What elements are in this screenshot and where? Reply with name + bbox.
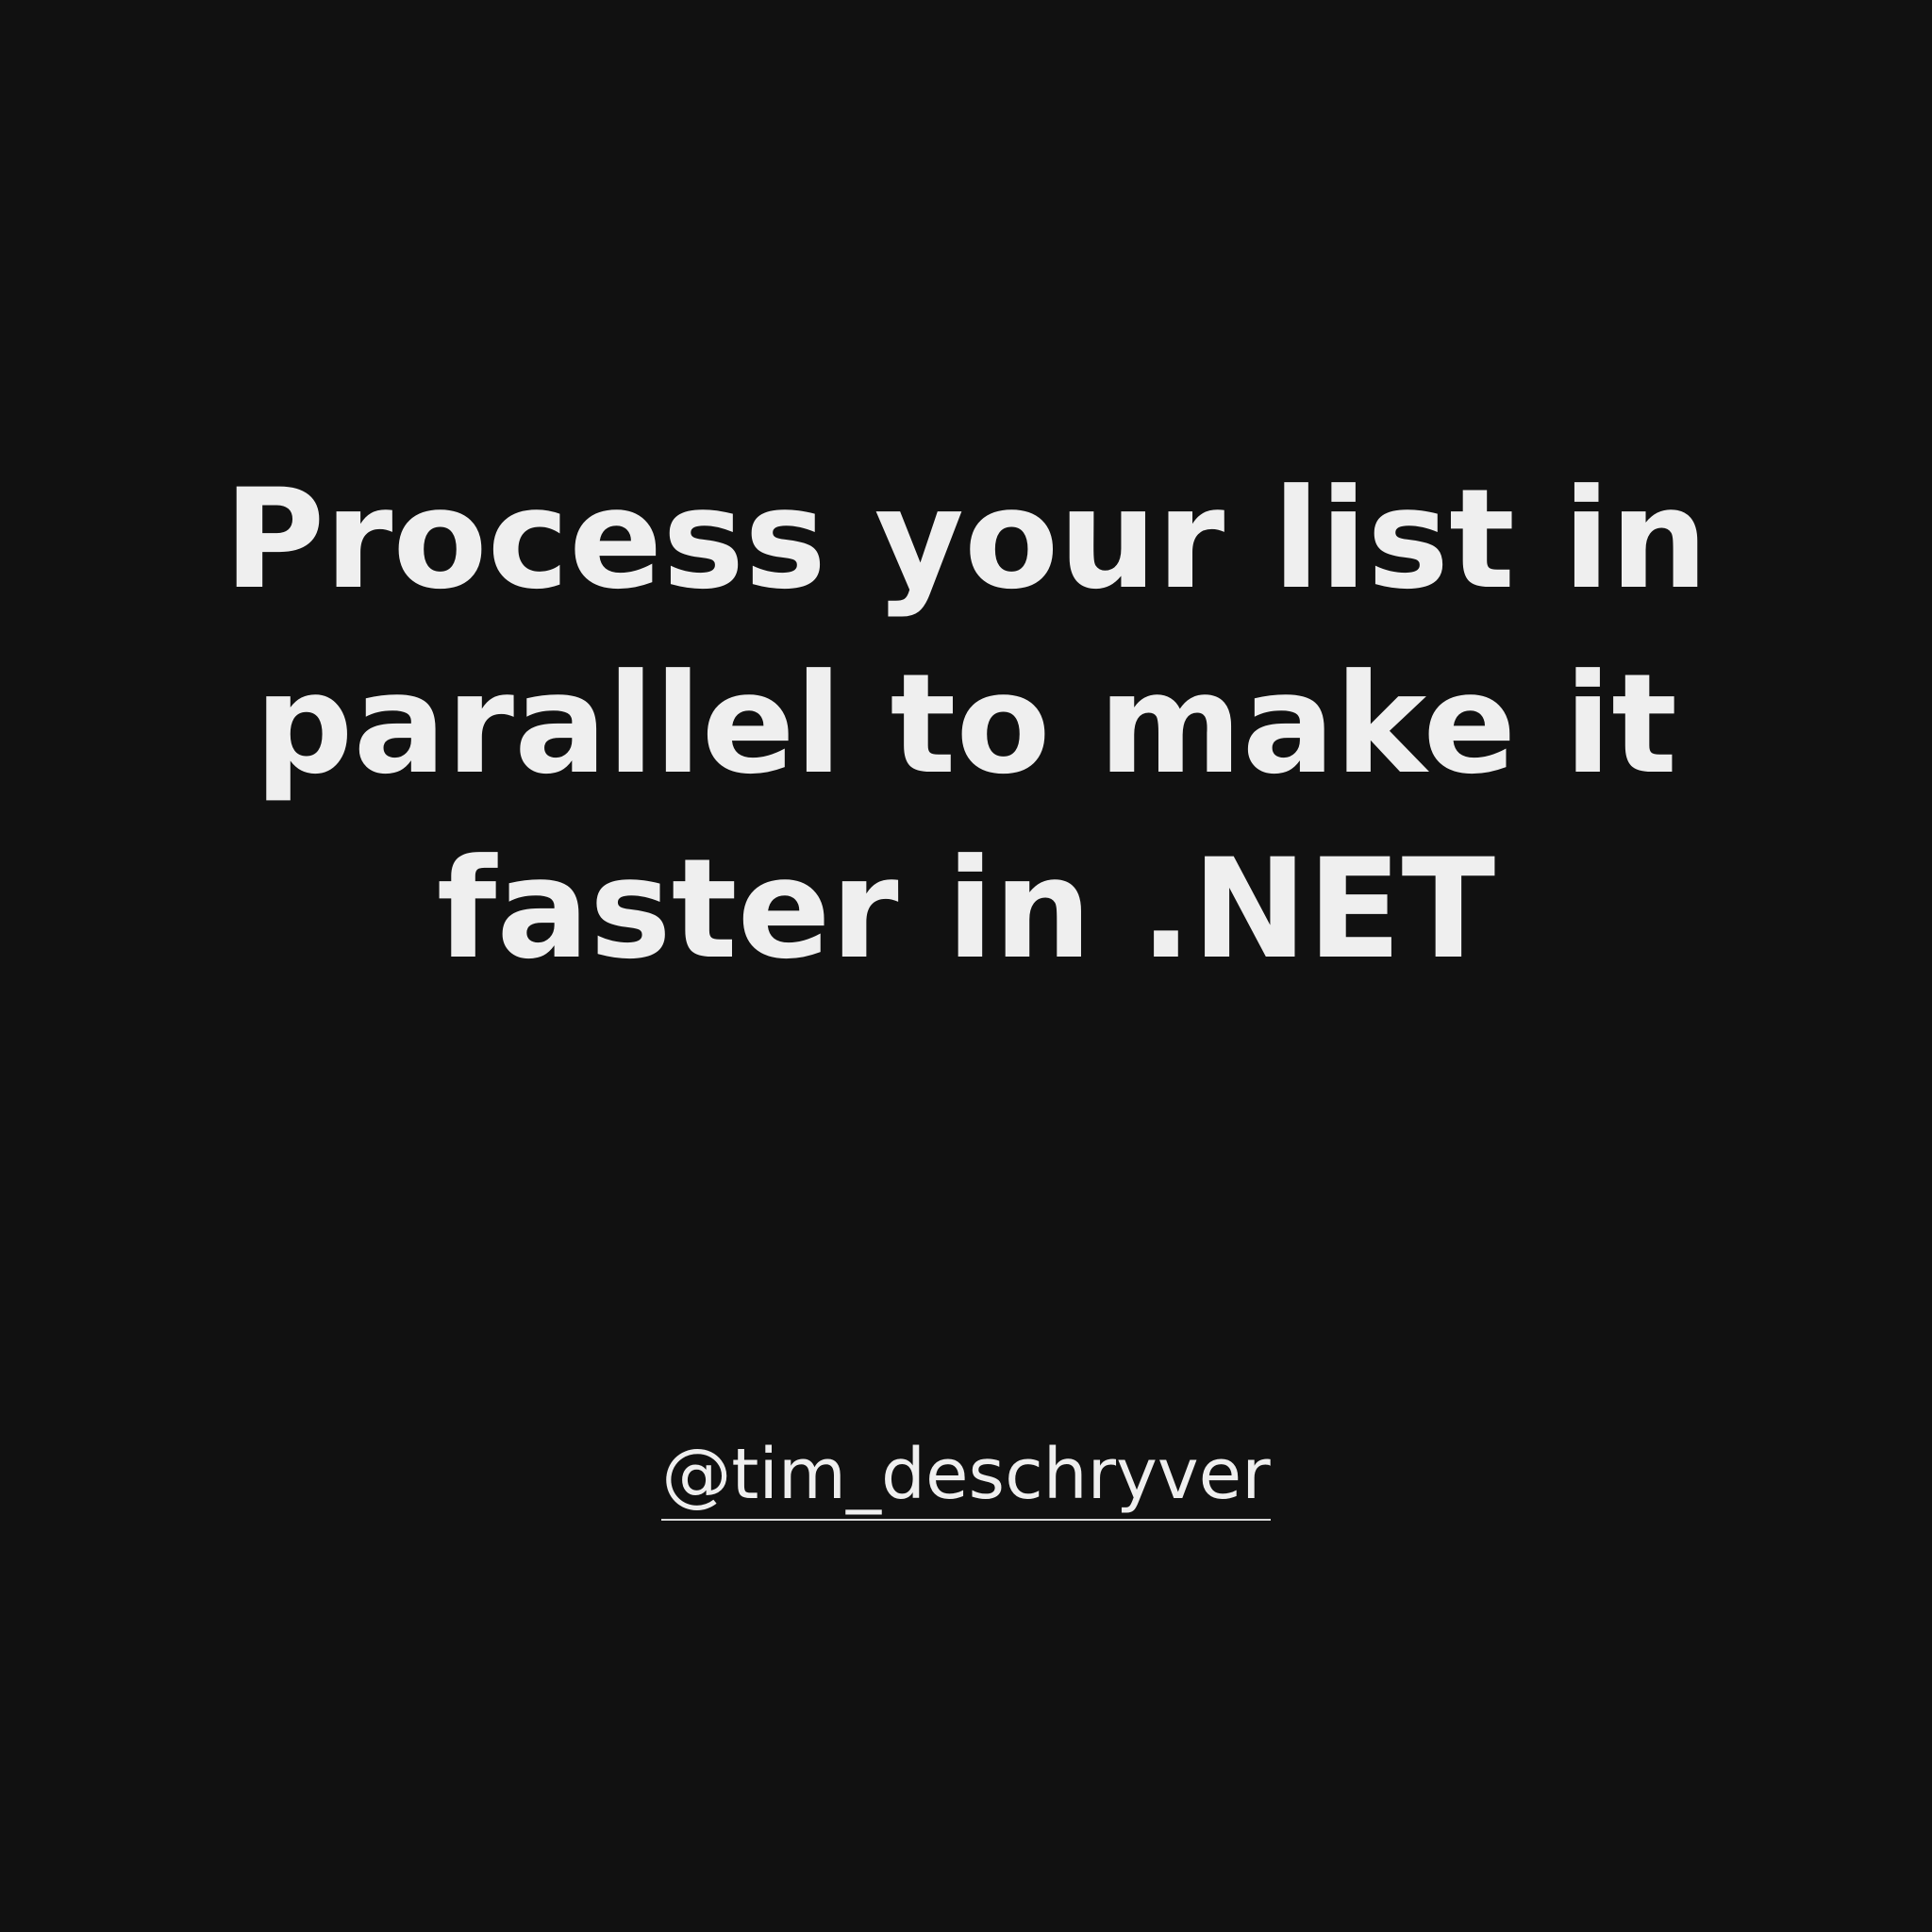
author-handle-text: @tim_deschryver <box>661 1432 1271 1521</box>
post-title-line-3: faster in .NET <box>436 829 1496 990</box>
post-card: Process your list in parallel to make it… <box>0 0 1932 1932</box>
post-title: Process your list in parallel to make it… <box>211 447 1721 1002</box>
post-title-line-2: parallel to make it <box>255 644 1677 805</box>
author-handle-link[interactable]: @tim_deschryver <box>0 1432 1932 1521</box>
post-title-line-1: Process your list in <box>224 459 1708 620</box>
